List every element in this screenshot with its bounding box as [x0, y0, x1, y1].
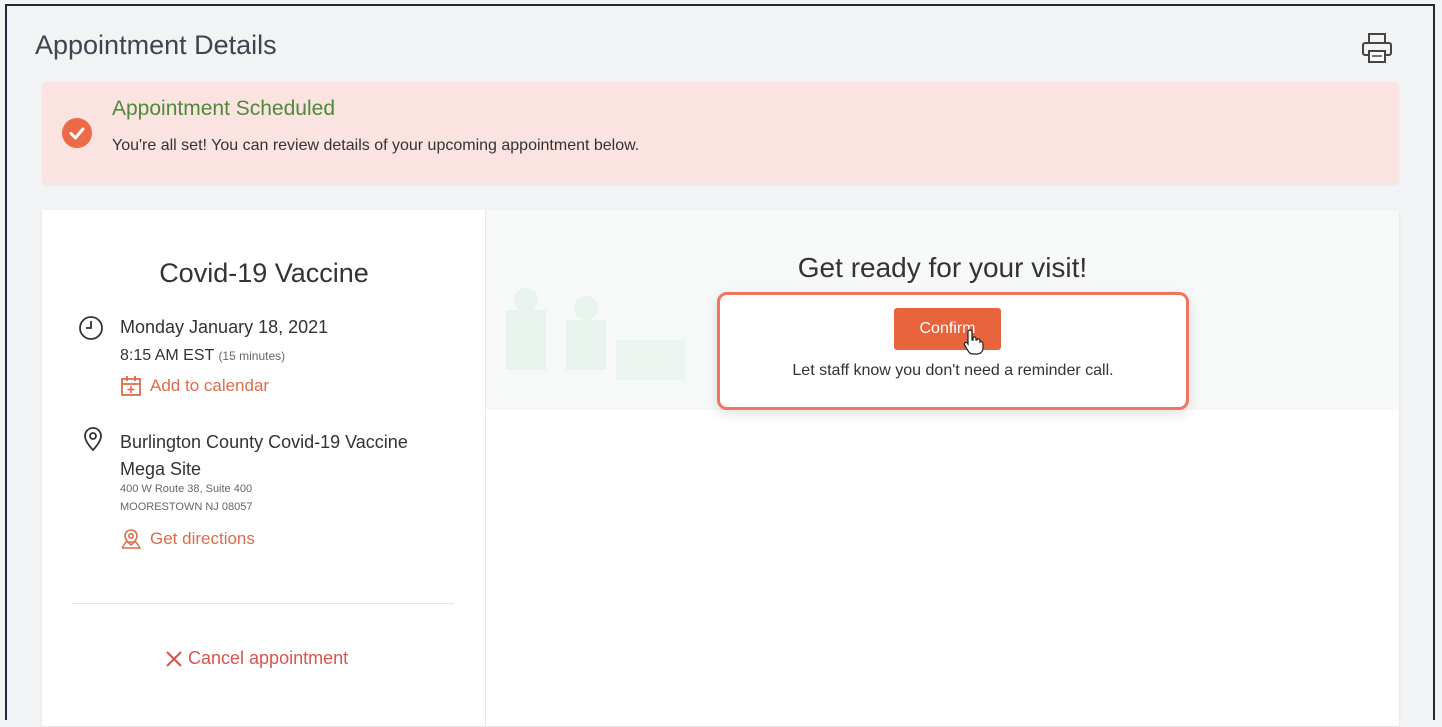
location-name: Burlington County Covid-19 Vaccine Mega …	[120, 432, 408, 479]
check-circle-icon	[62, 118, 92, 148]
map-pin-icon	[84, 427, 102, 452]
appointment-date: Monday January 18, 2021	[120, 317, 329, 337]
time-value: 8:15 AM EST	[120, 347, 214, 364]
get-directions-link[interactable]: Get directions	[120, 528, 255, 550]
address-line-2: MOORESTOWN NJ 08057	[120, 501, 253, 513]
directions-pin-icon	[121, 529, 142, 549]
hand-cursor-icon	[963, 329, 984, 355]
calendar-icon	[121, 376, 141, 396]
divider	[72, 603, 454, 604]
cancel-appointment-link[interactable]: Cancel appointment	[164, 648, 348, 669]
confirm-note: Let staff know you don't need a reminder…	[792, 362, 1114, 379]
duration: (15 minutes)	[218, 349, 286, 363]
success-alert: Appointment Scheduled You're all set! Yo…	[42, 82, 1399, 184]
appointment-card: Covid-19 Vaccine Monday January 18, 2021…	[42, 210, 1399, 726]
appointment-time: 8:15 AM EST (15 minutes)	[120, 347, 285, 365]
service-title: Covid-19 Vaccine	[159, 258, 369, 288]
alert-title: Appointment Scheduled	[112, 97, 335, 120]
page-title: Appointment Details	[35, 30, 277, 60]
app-window: Appointment Details Appointment Schedule…	[5, 4, 1435, 726]
appointment-summary: Covid-19 Vaccine Monday January 18, 2021…	[42, 210, 486, 726]
cancel-appointment-label: Cancel appointment	[188, 648, 349, 668]
clinic-illustration	[506, 288, 686, 380]
alert-message: You're all set! You can review details o…	[112, 137, 640, 154]
clock-icon	[79, 316, 103, 340]
get-directions-label: Get directions	[150, 529, 255, 548]
confirm-panel: Confirm Let staff know you don't need a …	[717, 292, 1189, 410]
visit-title: Get ready for your visit!	[797, 252, 1088, 283]
add-to-calendar-label: Add to calendar	[150, 376, 270, 395]
address-line-1: 400 W Route 38, Suite 400	[120, 483, 253, 495]
print-button[interactable]	[1357, 28, 1397, 68]
printer-icon	[1362, 33, 1392, 63]
close-icon	[166, 650, 182, 667]
add-to-calendar-link[interactable]: Add to calendar	[120, 375, 269, 397]
